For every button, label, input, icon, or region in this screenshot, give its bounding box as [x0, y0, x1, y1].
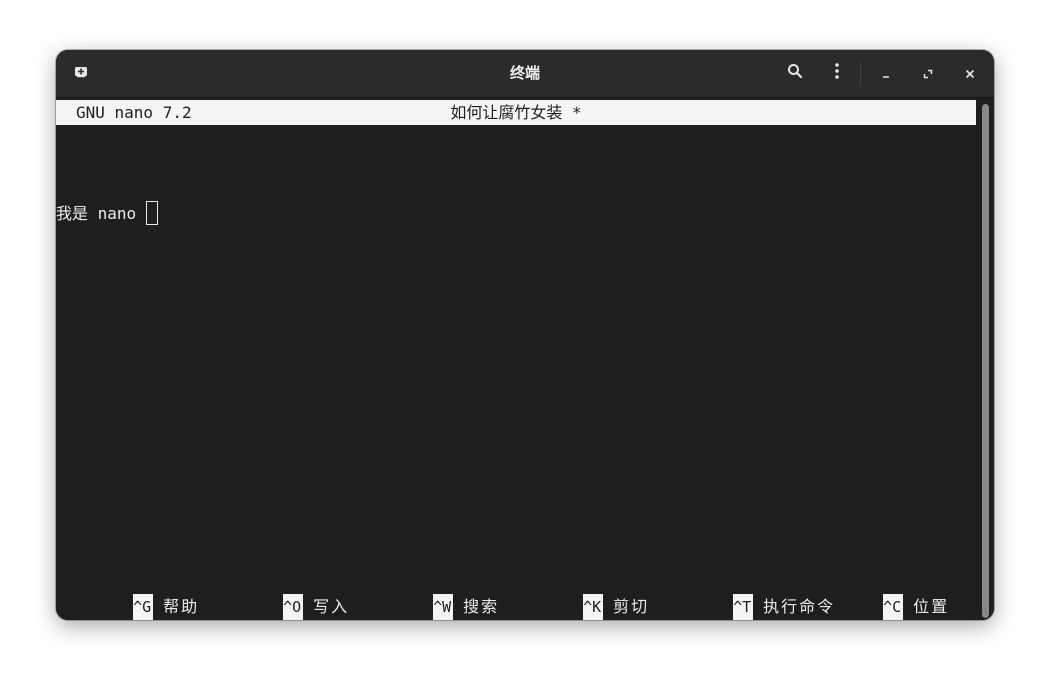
menu-button[interactable]: [822, 58, 852, 88]
buffer-text: 我是 nano: [56, 204, 146, 223]
text-cursor: [145, 200, 158, 225]
minimize-button[interactable]: [871, 58, 901, 88]
close-button[interactable]: [955, 58, 985, 88]
shortcut-replace[interactable]: ^\替换: [356, 594, 499, 620]
kebab-menu-icon: [834, 62, 840, 84]
terminal-area[interactable]: GNU nano 7.2 如何让腐竹女装 * 我是 nano ^G 帮助 ^O 写入…: [56, 98, 976, 620]
window-title: 终端: [509, 64, 540, 82]
scrollbar-thumb[interactable]: [982, 104, 989, 618]
titlebar-separator: [860, 62, 861, 86]
close-icon: [965, 64, 975, 83]
search-icon: [787, 63, 803, 83]
shortcut-cut[interactable]: ^K 剪切: [506, 568, 649, 620]
nano-filename: 如何让腐竹女装 *: [450, 103, 582, 122]
shortcut-help[interactable]: ^G 帮助: [56, 568, 199, 620]
vertical-scrollbar[interactable]: [976, 98, 994, 620]
terminal-window: 终端 GNU nano 7.2 如何让腐竹女装 * 我是 nano ^G 帮助 …: [56, 50, 994, 620]
shortcut-read-file[interactable]: ^R读档: [206, 594, 349, 620]
shortcut-where-is[interactable]: ^W 搜索: [356, 568, 499, 620]
restore-icon: [923, 64, 933, 83]
shortcut-location[interactable]: ^C 位置: [806, 568, 949, 620]
nano-title-bar: GNU nano 7.2 如何让腐竹女装 *: [56, 100, 976, 125]
shortcut-justify[interactable]: ^J对齐: [656, 594, 799, 620]
search-button[interactable]: [780, 58, 810, 88]
shortcut-paste[interactable]: ^U粘贴: [506, 594, 649, 620]
shortcut-go-to-line[interactable]: ^/跳行: [806, 594, 949, 620]
shortcut-exit[interactable]: ^X离开: [56, 594, 199, 620]
editor-buffer-line[interactable]: 我是 nano: [56, 200, 158, 227]
shortcut-write-out[interactable]: ^O 写入: [206, 568, 349, 620]
minimize-icon: [881, 64, 891, 83]
titlebar[interactable]: 终端: [56, 50, 994, 98]
restore-button[interactable]: [913, 58, 943, 88]
